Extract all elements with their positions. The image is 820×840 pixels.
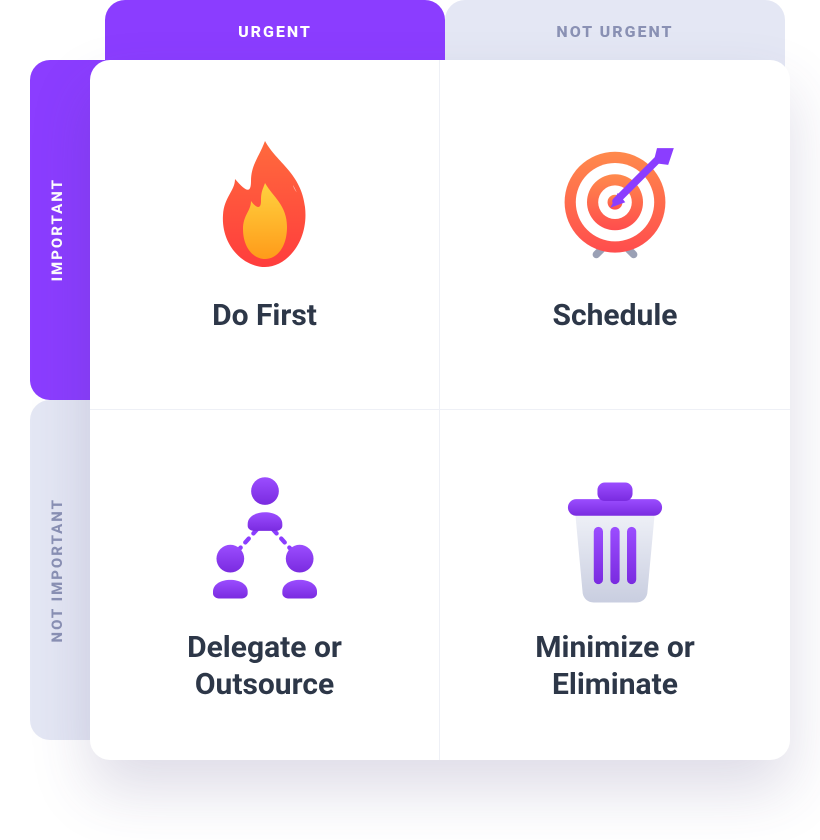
quadrant-schedule-label: Schedule xyxy=(553,297,678,335)
quadrant-delegate: Delegate or Outsource xyxy=(90,410,440,760)
quadrant-do-first: Do First xyxy=(90,60,440,410)
quadrant-eliminate-label: Minimize or Eliminate xyxy=(485,629,745,704)
quadrant-do-first-label: Do First xyxy=(212,297,317,335)
tab-important-label: IMPORTANT xyxy=(48,178,66,281)
people-tree-icon xyxy=(195,467,335,607)
eisenhower-matrix: Do First xyxy=(90,60,790,760)
fire-icon xyxy=(195,135,335,275)
target-arrow-icon xyxy=(545,135,685,275)
tab-not-important-label: NOT IMPORTANT xyxy=(48,498,66,642)
quadrant-eliminate: Minimize or Eliminate xyxy=(440,410,790,760)
quadrant-schedule: Schedule xyxy=(440,60,790,410)
tab-urgent-label: URGENT xyxy=(238,22,312,41)
trash-icon xyxy=(545,467,685,607)
tab-not-urgent-label: NOT URGENT xyxy=(556,22,673,41)
quadrant-delegate-label: Delegate or Outsource xyxy=(135,629,395,704)
